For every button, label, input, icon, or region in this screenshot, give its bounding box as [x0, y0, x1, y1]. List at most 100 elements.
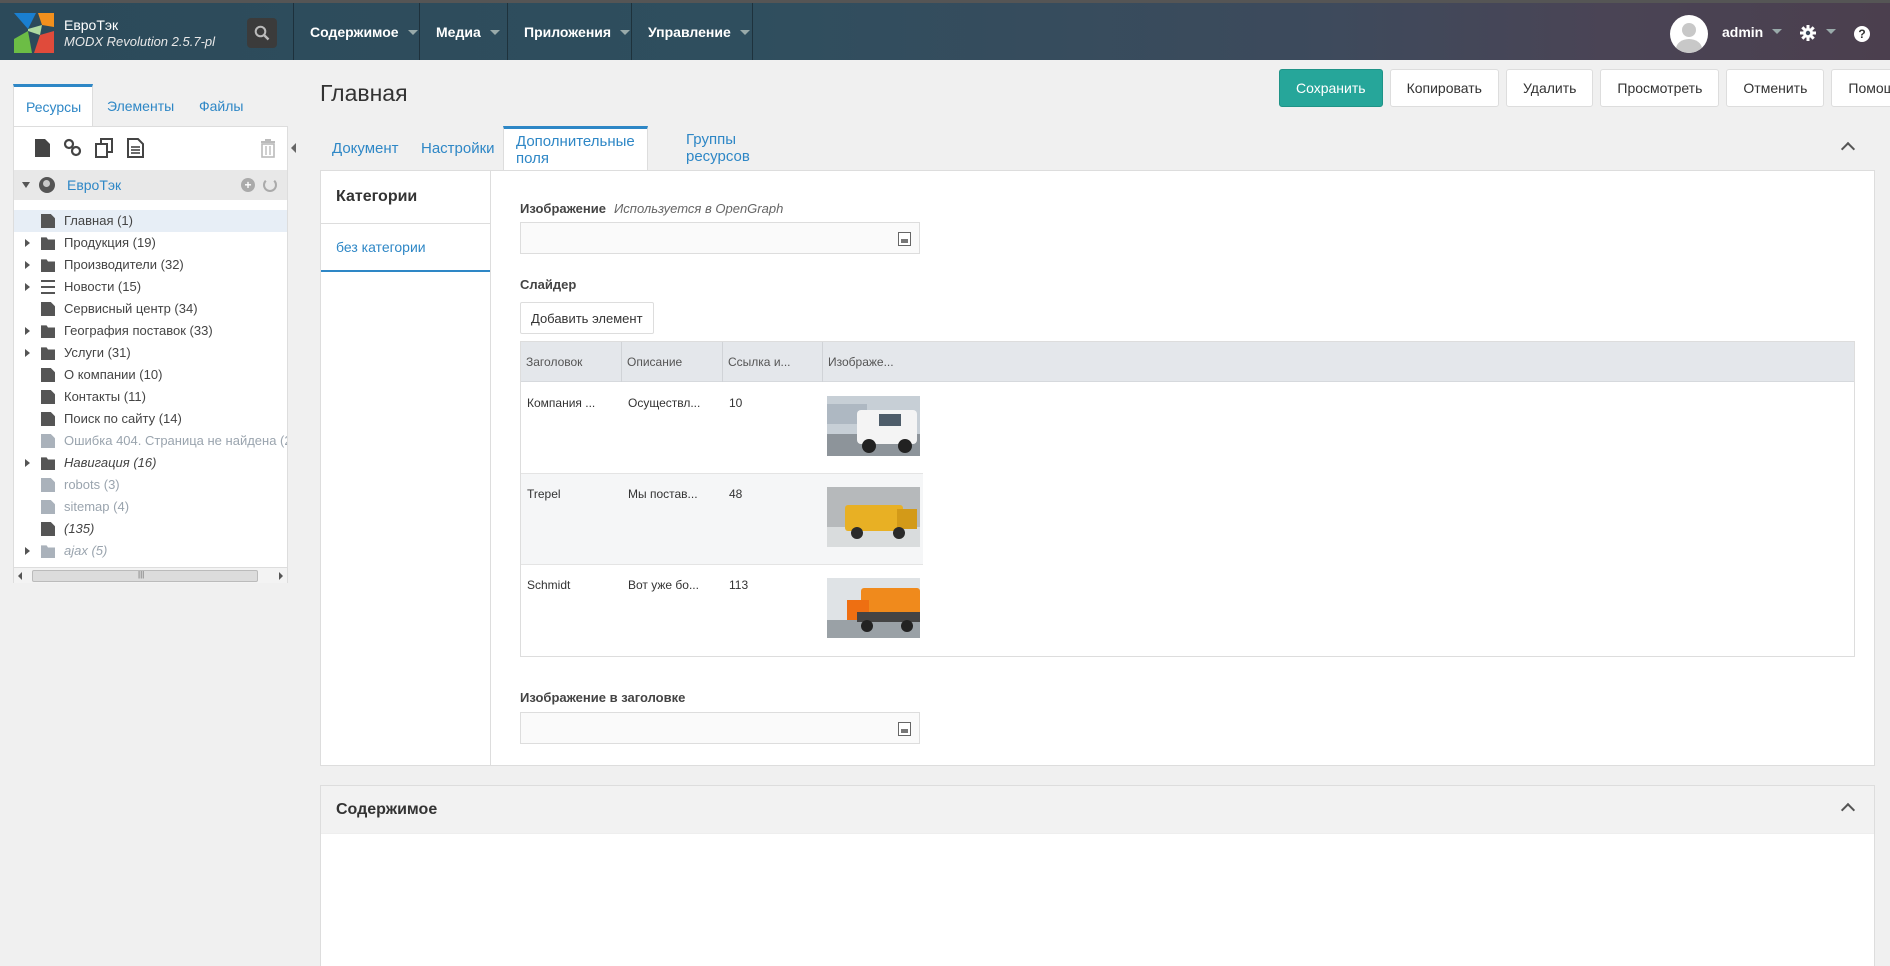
chevron-down-icon[interactable]: [1772, 29, 1782, 34]
tv-categories: Категории без категории: [321, 171, 491, 765]
new-document-icon[interactable]: [32, 137, 52, 159]
chevron-down-icon[interactable]: [22, 182, 30, 188]
tree-item-label: О компании (10): [64, 367, 163, 382]
view-button[interactable]: Просмотреть: [1600, 69, 1720, 107]
tree-item[interactable]: Поиск по сайту (14): [14, 408, 287, 430]
document-icon: [41, 434, 55, 448]
column-header-image[interactable]: Изображе...: [823, 342, 923, 382]
header-image-input[interactable]: [520, 712, 920, 744]
folder-icon: [41, 259, 55, 272]
tree-item[interactable]: Главная (1): [14, 210, 287, 232]
content-title: Содержимое: [321, 786, 1874, 834]
collapse-sidebar-icon[interactable]: [291, 143, 296, 153]
tab-files[interactable]: Файлы: [187, 84, 255, 127]
menu-apps[interactable]: Приложения: [524, 3, 631, 60]
site-name: ЕвроТэк: [64, 17, 119, 33]
tab-elements[interactable]: Элементы: [95, 84, 186, 127]
column-header-link[interactable]: Ссылка и...: [723, 342, 823, 382]
chevron-up-icon[interactable]: [1840, 141, 1856, 157]
tree-toolbar: [14, 127, 287, 169]
chevron-down-icon[interactable]: [1826, 29, 1836, 34]
user-name[interactable]: admin: [1722, 24, 1763, 40]
tree-item[interactable]: Контакты (11): [14, 386, 287, 408]
column-header-description[interactable]: Описание: [622, 342, 723, 382]
help-button[interactable]: Помощь!: [1831, 69, 1890, 107]
menu-manage[interactable]: Управление: [648, 3, 750, 60]
tree-item[interactable]: Услуги (31): [14, 342, 287, 364]
image-file-icon[interactable]: [898, 232, 911, 246]
save-button[interactable]: Сохранить: [1279, 69, 1383, 107]
grid-header: Заголовок Описание Ссылка и... Изображе.…: [521, 342, 1854, 382]
weblink-icon[interactable]: [63, 137, 83, 159]
chevron-right-icon[interactable]: [25, 547, 30, 555]
tree-item-label: sitemap (4): [64, 499, 130, 514]
image-file-icon[interactable]: [898, 722, 911, 736]
avatar[interactable]: [1670, 15, 1708, 53]
menu-divider: [419, 3, 420, 60]
chevron-right-icon[interactable]: [25, 327, 30, 335]
scroll-right-icon[interactable]: [279, 572, 283, 580]
chevron-right-icon[interactable]: [25, 239, 30, 247]
tree-item[interactable]: sitemap (4): [14, 496, 287, 518]
add-element-button[interactable]: Добавить элемент: [520, 302, 654, 334]
table-row[interactable]: Schmidt Вот уже бо... 113: [521, 565, 923, 656]
tab-settings[interactable]: Настройки: [409, 126, 507, 170]
tree-root-context[interactable]: ЕвроТэк +: [14, 170, 287, 200]
tree-item[interactable]: (135): [14, 518, 287, 540]
tree-item-label: (135): [64, 521, 95, 536]
chevron-right-icon[interactable]: [25, 261, 30, 269]
tab-resource-groups[interactable]: Группы ресурсов: [674, 126, 762, 170]
top-bar: ЕвроТэк MODX Revolution 2.5.7-pl Содержи…: [0, 0, 1890, 60]
tab-template-variables[interactable]: Дополнительные поля: [503, 126, 648, 170]
tree-item[interactable]: Сервисный центр (34): [14, 298, 287, 320]
menu-manage-label: Управление: [648, 23, 731, 40]
refresh-icon[interactable]: [263, 178, 277, 192]
tree-item[interactable]: Производители (32): [14, 254, 287, 276]
scroll-left-icon[interactable]: [18, 572, 22, 580]
chevron-right-icon[interactable]: [25, 459, 30, 467]
symlink-icon[interactable]: [94, 137, 114, 159]
tree-item[interactable]: Навигация (16): [14, 452, 287, 474]
image-input[interactable]: [520, 222, 920, 254]
table-row[interactable]: Trepel Мы постав... 48: [521, 474, 923, 565]
category-uncategorized[interactable]: без категории: [321, 224, 490, 272]
help-icon[interactable]: ?: [1854, 26, 1870, 42]
column-header-title[interactable]: Заголовок: [521, 342, 622, 382]
add-circle-icon[interactable]: +: [241, 178, 255, 192]
menu-divider: [631, 3, 632, 60]
brand[interactable]: ЕвроТэк MODX Revolution 2.5.7-pl: [64, 17, 215, 49]
tab-resources[interactable]: Ресурсы: [13, 84, 93, 127]
cell-link: 113: [729, 578, 749, 592]
tree-item[interactable]: Продукция (19): [14, 232, 287, 254]
tree-item[interactable]: ajax (5): [14, 540, 287, 562]
menu-media[interactable]: Медиа: [436, 3, 500, 60]
tree-item[interactable]: Новости (15): [14, 276, 287, 298]
tree-item[interactable]: О компании (10): [14, 364, 287, 386]
copy-button[interactable]: Копировать: [1389, 69, 1499, 107]
chevron-right-icon[interactable]: [25, 283, 30, 291]
trash-icon[interactable]: [258, 137, 278, 159]
table-row[interactable]: Компания ... Осуществл... 10: [521, 383, 923, 474]
gear-icon[interactable]: [1800, 25, 1816, 41]
scrollbar-thumb[interactable]: [32, 570, 258, 582]
tree-horizontal-scrollbar[interactable]: |||: [14, 567, 287, 583]
menu-content[interactable]: Содержимое: [310, 3, 418, 60]
tree-item-label: robots (3): [64, 477, 120, 492]
search-button[interactable]: [247, 18, 277, 48]
document-icon: [41, 412, 55, 426]
tree-item-label: ajax (5): [64, 543, 108, 558]
tree-item[interactable]: Ошибка 404. Страница не найдена (2: [14, 430, 287, 452]
delete-button[interactable]: Удалить: [1505, 69, 1594, 107]
tree-item[interactable]: География поставок (33): [14, 320, 287, 342]
cell-description: Осуществл...: [628, 396, 701, 410]
slider-label: Слайдер: [520, 277, 577, 292]
tree-item[interactable]: robots (3): [14, 474, 287, 496]
image-field-description: Используется в OpenGraph: [613, 201, 784, 216]
chevron-right-icon[interactable]: [25, 349, 30, 357]
modx-logo[interactable]: [14, 13, 54, 53]
tab-document[interactable]: Документ: [320, 126, 411, 170]
document-icon: [41, 302, 55, 316]
folder-icon: [41, 237, 55, 250]
static-resource-icon[interactable]: [125, 137, 145, 159]
cancel-button[interactable]: Отменить: [1726, 69, 1825, 107]
